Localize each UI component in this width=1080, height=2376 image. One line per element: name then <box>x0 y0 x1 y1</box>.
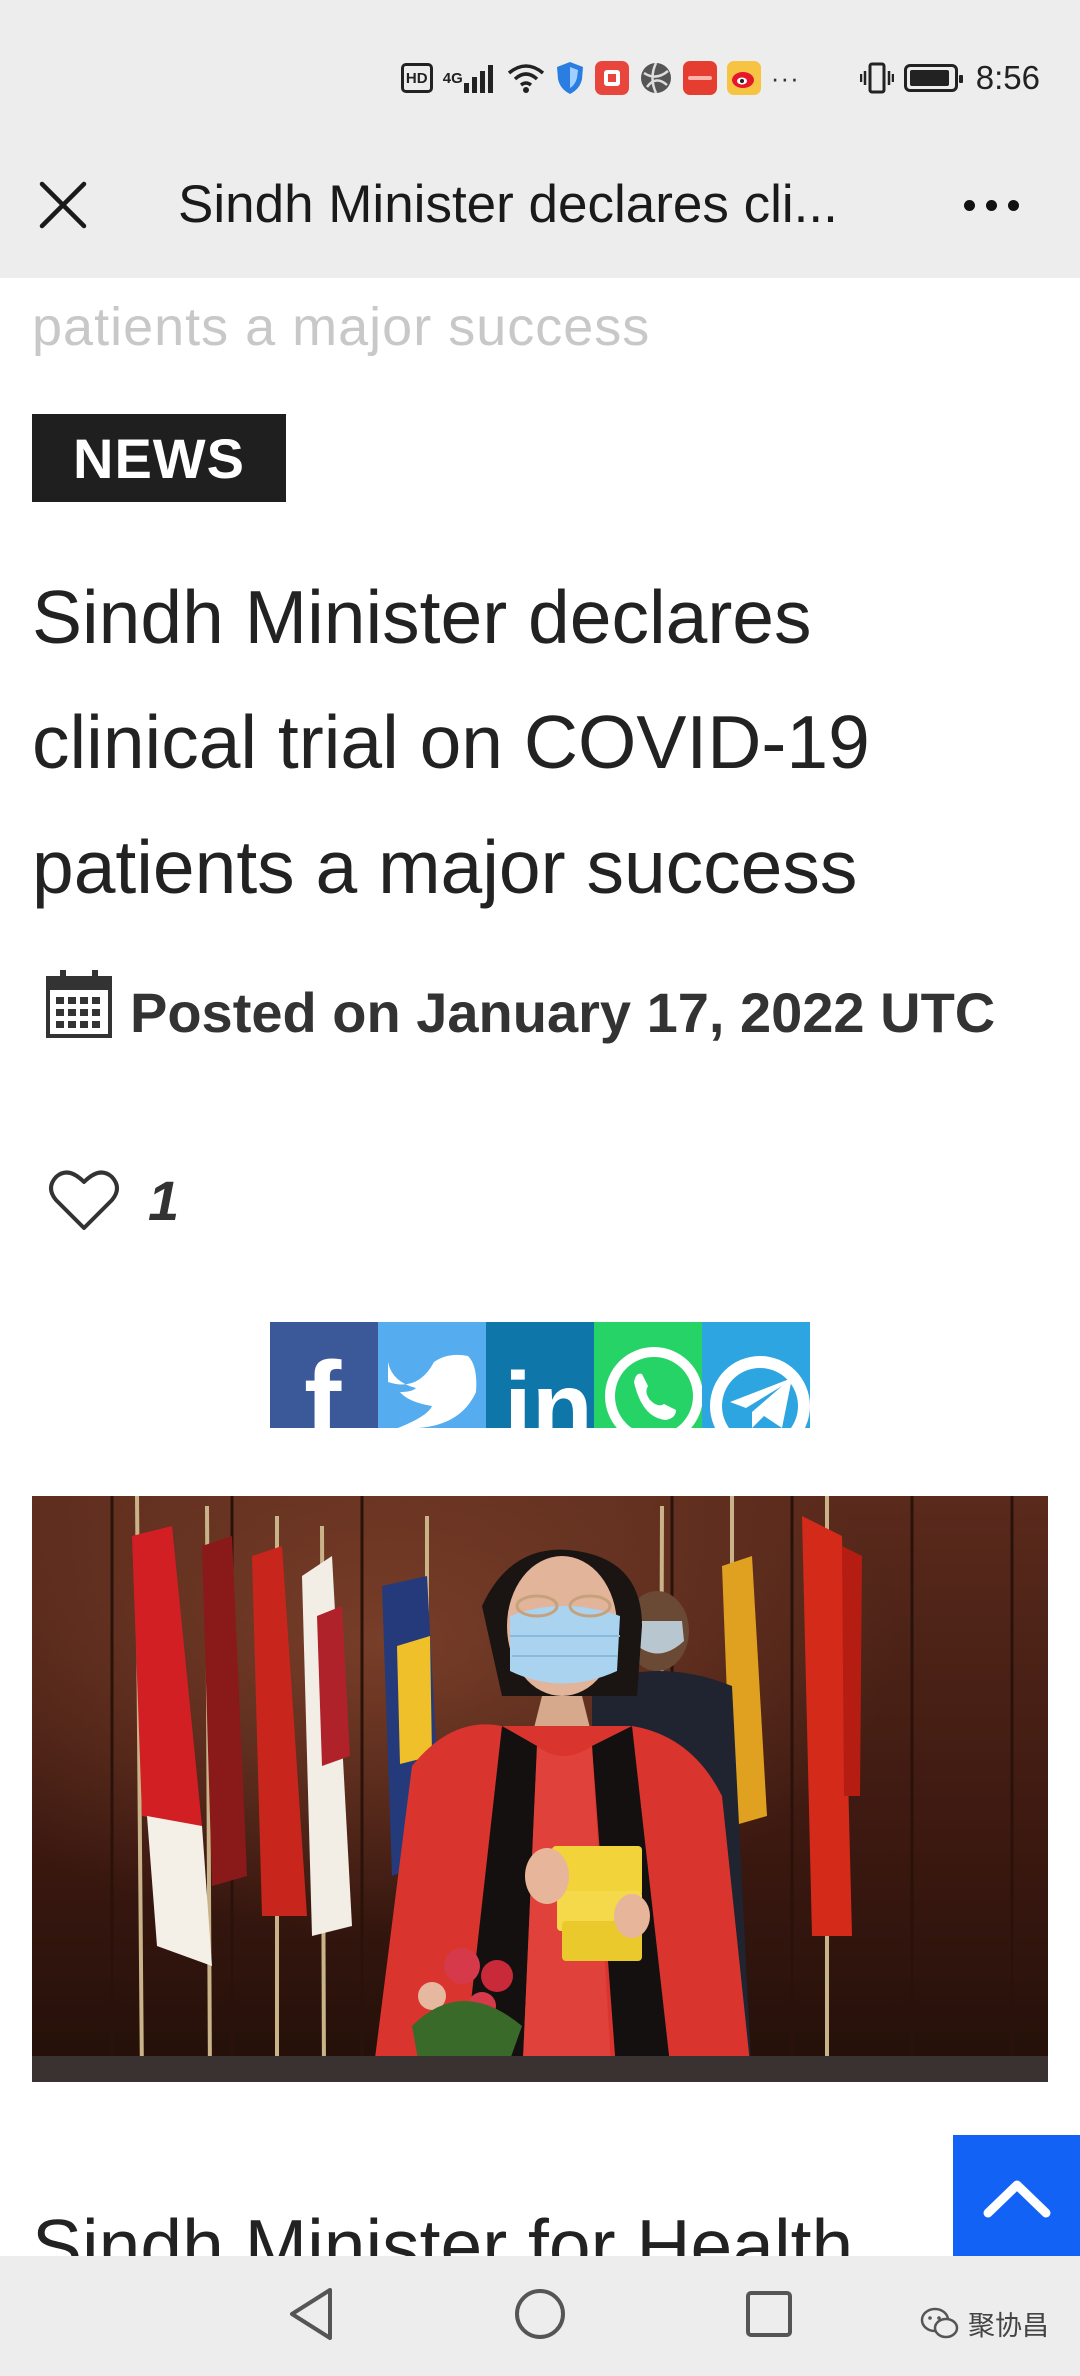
share-twitter-button[interactable] <box>378 1322 486 1428</box>
post-meta: Posted on January 17, 2022 UTC <box>32 970 1042 1055</box>
more-dots-icon <box>963 199 975 211</box>
title-bar: Sindh Minister declares cli... <box>0 150 1080 278</box>
weibo-app-icon <box>726 61 761 95</box>
system-nav-bar <box>0 2256 1080 2376</box>
linkedin-icon: in <box>504 1352 593 1428</box>
like-count: 1 <box>148 1168 180 1232</box>
page-title: Sindh Minister declares cli... <box>178 175 838 234</box>
article-headline: Sindh Minister declares clinical trial o… <box>32 575 870 909</box>
share-whatsapp-button[interactable] <box>594 1322 702 1428</box>
like-section[interactable]: 1 <box>48 1160 179 1240</box>
back-to-top-button[interactable] <box>953 2135 1080 2259</box>
wifi-icon <box>507 61 545 95</box>
watermark-text: 聚协昌 <box>968 2311 1049 2341</box>
share-buttons: f in <box>270 1322 810 1428</box>
article-photo <box>32 1496 1048 2082</box>
hd-icon: HD <box>400 63 433 93</box>
red-square-app-icon <box>682 61 717 95</box>
nav-recents-button[interactable] <box>739 2284 799 2344</box>
close-icon <box>39 181 87 229</box>
battery-icon <box>903 64 963 92</box>
photo-illustration <box>32 1496 1048 2082</box>
home-circle-icon <box>515 2289 565 2339</box>
posted-date-line: Posted on January 17, 2022 UTC <box>32 970 1042 1055</box>
facebook-icon: f <box>304 1339 342 1429</box>
more-button[interactable] <box>948 172 1034 238</box>
chevron-up-icon <box>983 2180 1050 2218</box>
whatsapp-icon <box>605 1347 702 1428</box>
back-triangle-icon <box>290 2288 332 2340</box>
share-telegram-button[interactable] <box>702 1322 810 1428</box>
close-button[interactable] <box>30 172 96 238</box>
red-app-icon <box>594 61 629 95</box>
share-linkedin-button[interactable]: in <box>486 1322 594 1428</box>
article-body-start: Sindh Minister for Health <box>32 2204 854 2256</box>
nav-home-button[interactable] <box>510 2284 570 2344</box>
calendar-icon <box>46 970 112 1038</box>
vibrate-icon <box>859 61 894 95</box>
recents-square-icon <box>746 2291 792 2337</box>
posted-date: Posted on January 17, 2022 UTC <box>130 981 996 1044</box>
share-facebook-button[interactable]: f <box>270 1322 378 1428</box>
faded-header-title: patients a major success <box>32 297 651 357</box>
more-notifications-icon: ··· <box>770 62 800 93</box>
shield-app-icon <box>555 61 585 95</box>
watermark: 聚协昌 <box>920 2304 1049 2343</box>
telegram-icon <box>710 1356 810 1428</box>
status-time: 8:56 <box>975 59 1040 96</box>
wechat-icon <box>920 2307 959 2338</box>
twitter-icon <box>388 1354 477 1428</box>
status-bar: HD 4G ··· 8:56 <box>0 0 1080 150</box>
nav-back-button[interactable] <box>281 2284 341 2344</box>
status-icons: HD 4G ··· 8:56 <box>400 56 1040 100</box>
globe-app-icon <box>639 61 673 95</box>
signal-icon: 4G <box>443 61 497 95</box>
heart-icon[interactable] <box>48 1168 120 1232</box>
category-badge[interactable]: NEWS <box>32 414 286 502</box>
